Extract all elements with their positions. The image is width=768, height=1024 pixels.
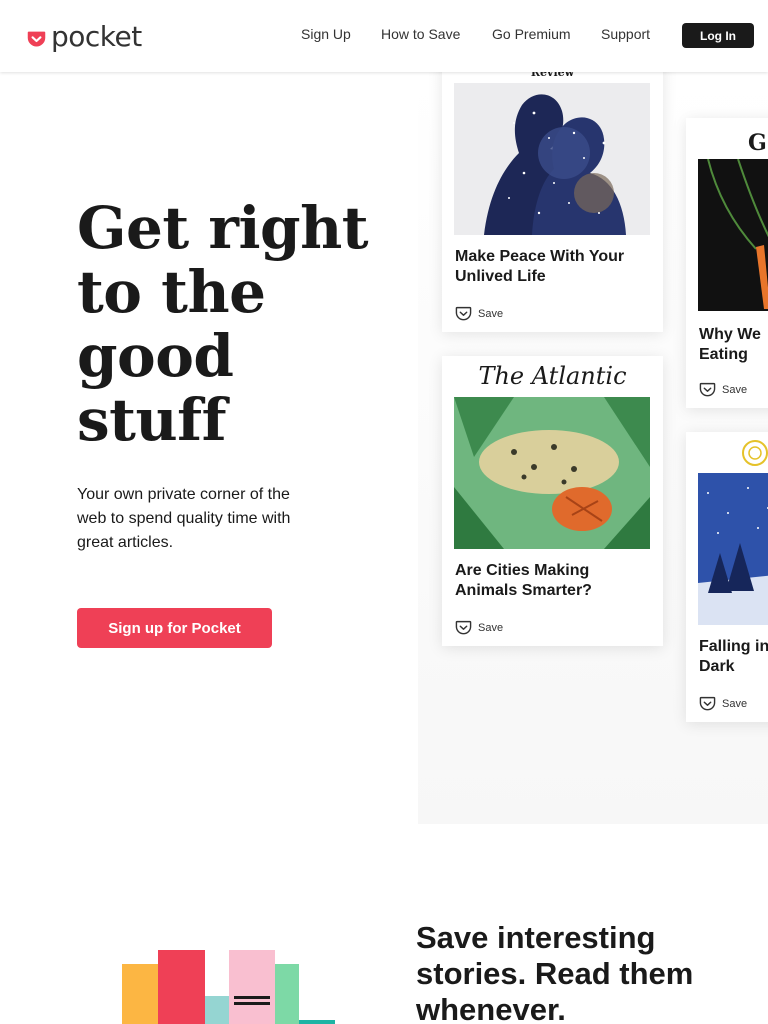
article-title[interactable]: Make Peace With Your Unlived Life <box>455 247 655 287</box>
publication-name: G <box>748 130 767 156</box>
hero-title-line: stuff <box>77 386 227 454</box>
pocket-icon <box>27 31 46 47</box>
article-card[interactable]: Falling in Dark Save <box>686 432 768 722</box>
nav-sign-up[interactable]: Sign Up <box>301 26 351 42</box>
hero-title: Get right to the good stuff <box>77 196 397 452</box>
article-card[interactable]: The Atlantic Are Cities Making Animals S… <box>442 356 663 646</box>
save-button[interactable]: Save <box>455 620 503 636</box>
save-button[interactable]: Save <box>699 382 747 398</box>
pocket-logo[interactable]: pocket <box>26 20 142 53</box>
article-image <box>698 473 768 625</box>
nav-how-to-save[interactable]: How to Save <box>381 26 460 42</box>
bookshelf-illustration <box>122 950 335 1024</box>
article-title[interactable]: Falling in Dark <box>699 637 768 677</box>
article-image <box>698 159 768 311</box>
sign-up-button[interactable]: Sign up for Pocket <box>77 608 272 648</box>
section-heading: Save interesting stories. Read them when… <box>416 920 694 1024</box>
save-button[interactable]: Save <box>699 696 747 712</box>
publication-name: The Atlantic <box>478 362 627 390</box>
article-card[interactable]: G Why We Eating Save <box>686 118 768 408</box>
save-label: Save <box>478 622 504 634</box>
article-card[interactable]: Review Make Peace With Your Unlived Life… <box>442 50 663 332</box>
nav-support[interactable]: Support <box>601 26 650 42</box>
pocket-save-icon <box>699 696 716 711</box>
article-title[interactable]: Are Cities Making Animals Smarter? <box>455 561 655 601</box>
pocket-save-icon <box>699 382 716 397</box>
logo-text: pocket <box>51 20 142 53</box>
publication-logo-icon <box>742 440 768 466</box>
article-image <box>454 397 650 549</box>
pocket-save-icon <box>455 306 472 321</box>
article-title[interactable]: Why We Eating <box>699 325 768 365</box>
article-image <box>454 83 650 235</box>
save-label: Save <box>722 698 748 710</box>
hero-subtitle: Your own private corner of the web to sp… <box>77 486 291 551</box>
log-in-button[interactable]: Log In <box>682 23 754 48</box>
hero-title-line: to the <box>77 258 266 326</box>
nav-go-premium[interactable]: Go Premium <box>492 26 571 42</box>
site-header: pocket Sign Up How to Save Go Premium Su… <box>0 0 768 72</box>
save-label: Save <box>722 384 748 396</box>
hero-title-line: Get right <box>77 194 369 262</box>
pocket-save-icon <box>455 620 472 635</box>
save-button[interactable]: Save <box>455 306 503 322</box>
save-label: Save <box>478 308 504 320</box>
hero-title-line: good <box>77 322 234 390</box>
